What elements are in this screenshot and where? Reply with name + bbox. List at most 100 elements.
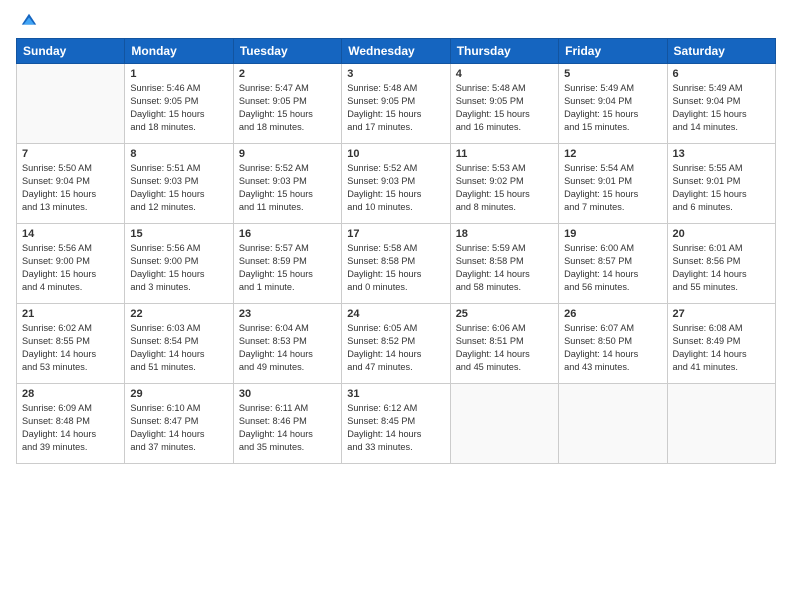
col-header-wednesday: Wednesday <box>342 39 450 64</box>
day-info: Sunrise: 6:06 AM Sunset: 8:51 PM Dayligh… <box>456 322 553 374</box>
col-header-sunday: Sunday <box>17 39 125 64</box>
week-row-0: 1 Sunrise: 5:46 AM Sunset: 9:05 PM Daylig… <box>17 64 776 144</box>
day-info: Sunrise: 6:10 AM Sunset: 8:47 PM Dayligh… <box>130 402 227 454</box>
day-cell: 22 Sunrise: 6:03 AM Sunset: 8:54 PM Dayli… <box>125 304 233 384</box>
day-cell: 28 Sunrise: 6:09 AM Sunset: 8:48 PM Dayli… <box>17 384 125 464</box>
day-info: Sunrise: 6:05 AM Sunset: 8:52 PM Dayligh… <box>347 322 444 374</box>
day-info: Sunrise: 5:50 AM Sunset: 9:04 PM Dayligh… <box>22 162 119 214</box>
day-cell: 13 Sunrise: 5:55 AM Sunset: 9:01 PM Dayli… <box>667 144 775 224</box>
day-cell <box>559 384 667 464</box>
day-number: 2 <box>239 68 336 80</box>
day-cell: 1 Sunrise: 5:46 AM Sunset: 9:05 PM Daylig… <box>125 64 233 144</box>
day-info: Sunrise: 5:48 AM Sunset: 9:05 PM Dayligh… <box>456 82 553 134</box>
day-cell: 15 Sunrise: 5:56 AM Sunset: 9:00 PM Dayli… <box>125 224 233 304</box>
day-info: Sunrise: 5:46 AM Sunset: 9:05 PM Dayligh… <box>130 82 227 134</box>
day-info: Sunrise: 6:12 AM Sunset: 8:45 PM Dayligh… <box>347 402 444 454</box>
day-cell: 18 Sunrise: 5:59 AM Sunset: 8:58 PM Dayli… <box>450 224 558 304</box>
day-cell: 3Sunrise: 5:48 AM Sunset: 9:05 PM Daylig… <box>342 64 450 144</box>
day-info: Sunrise: 5:48 AM Sunset: 9:05 PM Dayligh… <box>347 82 444 134</box>
day-cell: 20 Sunrise: 6:01 AM Sunset: 8:56 PM Dayli… <box>667 224 775 304</box>
day-info: Sunrise: 5:57 AM Sunset: 8:59 PM Dayligh… <box>239 242 336 294</box>
day-cell: 21 Sunrise: 6:02 AM Sunset: 8:55 PM Dayli… <box>17 304 125 384</box>
day-number: 1 <box>130 68 227 80</box>
day-cell <box>17 64 125 144</box>
day-info: Sunrise: 5:58 AM Sunset: 8:58 PM Dayligh… <box>347 242 444 294</box>
day-number: 7 <box>22 148 119 160</box>
day-cell: 9 Sunrise: 5:52 AM Sunset: 9:03 PM Daylig… <box>233 144 341 224</box>
day-cell: 8Sunrise: 5:51 AM Sunset: 9:03 PM Daylig… <box>125 144 233 224</box>
day-info: Sunrise: 6:00 AM Sunset: 8:57 PM Dayligh… <box>564 242 661 294</box>
logo-icon <box>20 12 38 30</box>
day-info: Sunrise: 5:47 AM Sunset: 9:05 PM Dayligh… <box>239 82 336 134</box>
day-info: Sunrise: 6:04 AM Sunset: 8:53 PM Dayligh… <box>239 322 336 374</box>
week-row-4: 28 Sunrise: 6:09 AM Sunset: 8:48 PM Dayli… <box>17 384 776 464</box>
col-header-monday: Monday <box>125 39 233 64</box>
day-info: Sunrise: 6:01 AM Sunset: 8:56 PM Dayligh… <box>673 242 770 294</box>
day-number: 23 <box>239 308 336 320</box>
day-number: 15 <box>130 228 227 240</box>
calendar-table: SundayMondayTuesdayWednesdayThursdayFrid… <box>16 38 776 464</box>
day-number: 10 <box>347 148 444 160</box>
day-number: 12 <box>564 148 661 160</box>
day-cell <box>450 384 558 464</box>
header <box>16 12 776 30</box>
day-info: Sunrise: 5:55 AM Sunset: 9:01 PM Dayligh… <box>673 162 770 214</box>
day-info: Sunrise: 5:54 AM Sunset: 9:01 PM Dayligh… <box>564 162 661 214</box>
col-header-thursday: Thursday <box>450 39 558 64</box>
logo <box>16 12 38 30</box>
day-number: 14 <box>22 228 119 240</box>
day-number: 13 <box>673 148 770 160</box>
day-number: 19 <box>564 228 661 240</box>
day-number: 22 <box>130 308 227 320</box>
day-info: Sunrise: 6:03 AM Sunset: 8:54 PM Dayligh… <box>130 322 227 374</box>
day-cell: 17 Sunrise: 5:58 AM Sunset: 8:58 PM Dayli… <box>342 224 450 304</box>
day-cell: 26 Sunrise: 6:07 AM Sunset: 8:50 PM Dayli… <box>559 304 667 384</box>
day-number: 16 <box>239 228 336 240</box>
day-info: Sunrise: 5:51 AM Sunset: 9:03 PM Dayligh… <box>130 162 227 214</box>
col-header-friday: Friday <box>559 39 667 64</box>
day-number: 29 <box>130 388 227 400</box>
day-cell: 31 Sunrise: 6:12 AM Sunset: 8:45 PM Dayli… <box>342 384 450 464</box>
day-number: 18 <box>456 228 553 240</box>
day-number: 6 <box>673 68 770 80</box>
day-cell <box>667 384 775 464</box>
day-cell: 27Sunrise: 6:08 AM Sunset: 8:49 PM Dayli… <box>667 304 775 384</box>
day-info: Sunrise: 5:56 AM Sunset: 9:00 PM Dayligh… <box>130 242 227 294</box>
day-cell: 25Sunrise: 6:06 AM Sunset: 8:51 PM Dayli… <box>450 304 558 384</box>
week-row-3: 21 Sunrise: 6:02 AM Sunset: 8:55 PM Dayli… <box>17 304 776 384</box>
day-number: 9 <box>239 148 336 160</box>
day-info: Sunrise: 5:52 AM Sunset: 9:03 PM Dayligh… <box>239 162 336 214</box>
calendar-page: SundayMondayTuesdayWednesdayThursdayFrid… <box>0 0 792 612</box>
day-number: 24 <box>347 308 444 320</box>
week-row-1: 7 Sunrise: 5:50 AM Sunset: 9:04 PM Daylig… <box>17 144 776 224</box>
col-header-tuesday: Tuesday <box>233 39 341 64</box>
day-number: 17 <box>347 228 444 240</box>
day-cell: 10Sunrise: 5:52 AM Sunset: 9:03 PM Dayli… <box>342 144 450 224</box>
day-number: 27 <box>673 308 770 320</box>
day-info: Sunrise: 6:11 AM Sunset: 8:46 PM Dayligh… <box>239 402 336 454</box>
day-number: 30 <box>239 388 336 400</box>
day-cell: 12 Sunrise: 5:54 AM Sunset: 9:01 PM Dayli… <box>559 144 667 224</box>
day-cell: 11Sunrise: 5:53 AM Sunset: 9:02 PM Dayli… <box>450 144 558 224</box>
day-cell: 14 Sunrise: 5:56 AM Sunset: 9:00 PM Dayli… <box>17 224 125 304</box>
day-cell: 30 Sunrise: 6:11 AM Sunset: 8:46 PM Dayli… <box>233 384 341 464</box>
day-info: Sunrise: 6:07 AM Sunset: 8:50 PM Dayligh… <box>564 322 661 374</box>
day-number: 21 <box>22 308 119 320</box>
day-info: Sunrise: 6:09 AM Sunset: 8:48 PM Dayligh… <box>22 402 119 454</box>
day-info: Sunrise: 6:02 AM Sunset: 8:55 PM Dayligh… <box>22 322 119 374</box>
day-number: 31 <box>347 388 444 400</box>
day-number: 28 <box>22 388 119 400</box>
day-cell: 5Sunrise: 5:49 AM Sunset: 9:04 PM Daylig… <box>559 64 667 144</box>
day-cell: 29 Sunrise: 6:10 AM Sunset: 8:47 PM Dayli… <box>125 384 233 464</box>
week-row-2: 14 Sunrise: 5:56 AM Sunset: 9:00 PM Dayli… <box>17 224 776 304</box>
day-number: 4 <box>456 68 553 80</box>
day-info: Sunrise: 5:59 AM Sunset: 8:58 PM Dayligh… <box>456 242 553 294</box>
day-cell: 16 Sunrise: 5:57 AM Sunset: 8:59 PM Dayli… <box>233 224 341 304</box>
day-cell: 6Sunrise: 5:49 AM Sunset: 9:04 PM Daylig… <box>667 64 775 144</box>
day-number: 26 <box>564 308 661 320</box>
day-number: 11 <box>456 148 553 160</box>
day-cell: 2 Sunrise: 5:47 AM Sunset: 9:05 PM Daylig… <box>233 64 341 144</box>
day-number: 20 <box>673 228 770 240</box>
day-info: Sunrise: 5:49 AM Sunset: 9:04 PM Dayligh… <box>564 82 661 134</box>
day-info: Sunrise: 5:56 AM Sunset: 9:00 PM Dayligh… <box>22 242 119 294</box>
